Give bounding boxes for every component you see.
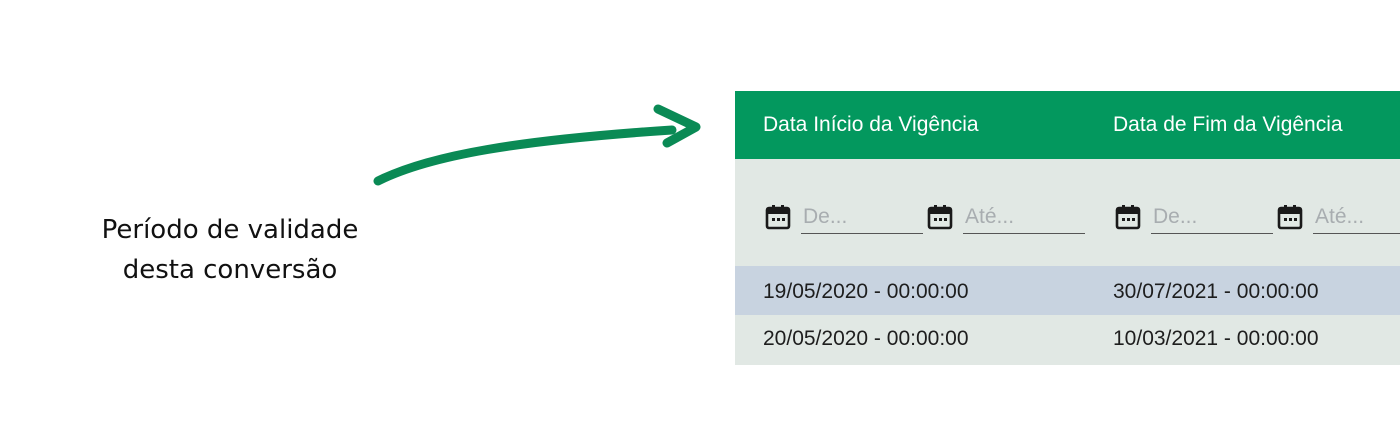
cell-fim-vigencia: 10/03/2021 - 00:00:00 bbox=[1113, 327, 1319, 350]
arrow-head bbox=[653, 104, 701, 148]
cell-fim-vigencia: 30/07/2021 - 00:00:00 bbox=[1113, 280, 1319, 303]
validity-grid: Data Início da Vigência Data de Fim da V… bbox=[735, 91, 1400, 365]
column-header-fim-vigencia[interactable]: Data de Fim da Vigência bbox=[1113, 91, 1343, 159]
page: Período de validade desta conversão Data… bbox=[0, 0, 1400, 425]
column-header-inicio-vigencia[interactable]: Data Início da Vigência bbox=[763, 91, 979, 159]
date-from-input[interactable] bbox=[801, 201, 923, 234]
annotation-text: Período de validade desta conversão bbox=[60, 210, 400, 290]
date-to-input[interactable] bbox=[963, 201, 1085, 234]
table-row[interactable]: 20/05/2020 - 00:00:00 10/03/2021 - 00:00… bbox=[735, 315, 1400, 365]
cell-inicio-vigencia: 19/05/2020 - 00:00:00 bbox=[763, 280, 969, 303]
grid-header: Data Início da Vigência Data de Fim da V… bbox=[735, 91, 1400, 159]
table-row[interactable]: 19/05/2020 - 00:00:00 30/07/2021 - 00:00… bbox=[735, 266, 1400, 315]
calendar-icon[interactable] bbox=[927, 204, 953, 230]
calendar-icon[interactable] bbox=[1277, 204, 1303, 230]
cell-inicio-vigencia: 20/05/2020 - 00:00:00 bbox=[763, 327, 969, 350]
date-to-input[interactable] bbox=[1313, 201, 1400, 234]
arrow-shaft bbox=[373, 125, 677, 186]
calendar-icon[interactable] bbox=[765, 204, 791, 230]
filter-row bbox=[735, 159, 1400, 266]
annotation-line-2: desta conversão bbox=[122, 255, 338, 285]
calendar-icon[interactable] bbox=[1115, 204, 1141, 230]
arrow-icon bbox=[373, 104, 701, 186]
date-from-input[interactable] bbox=[1151, 201, 1273, 234]
